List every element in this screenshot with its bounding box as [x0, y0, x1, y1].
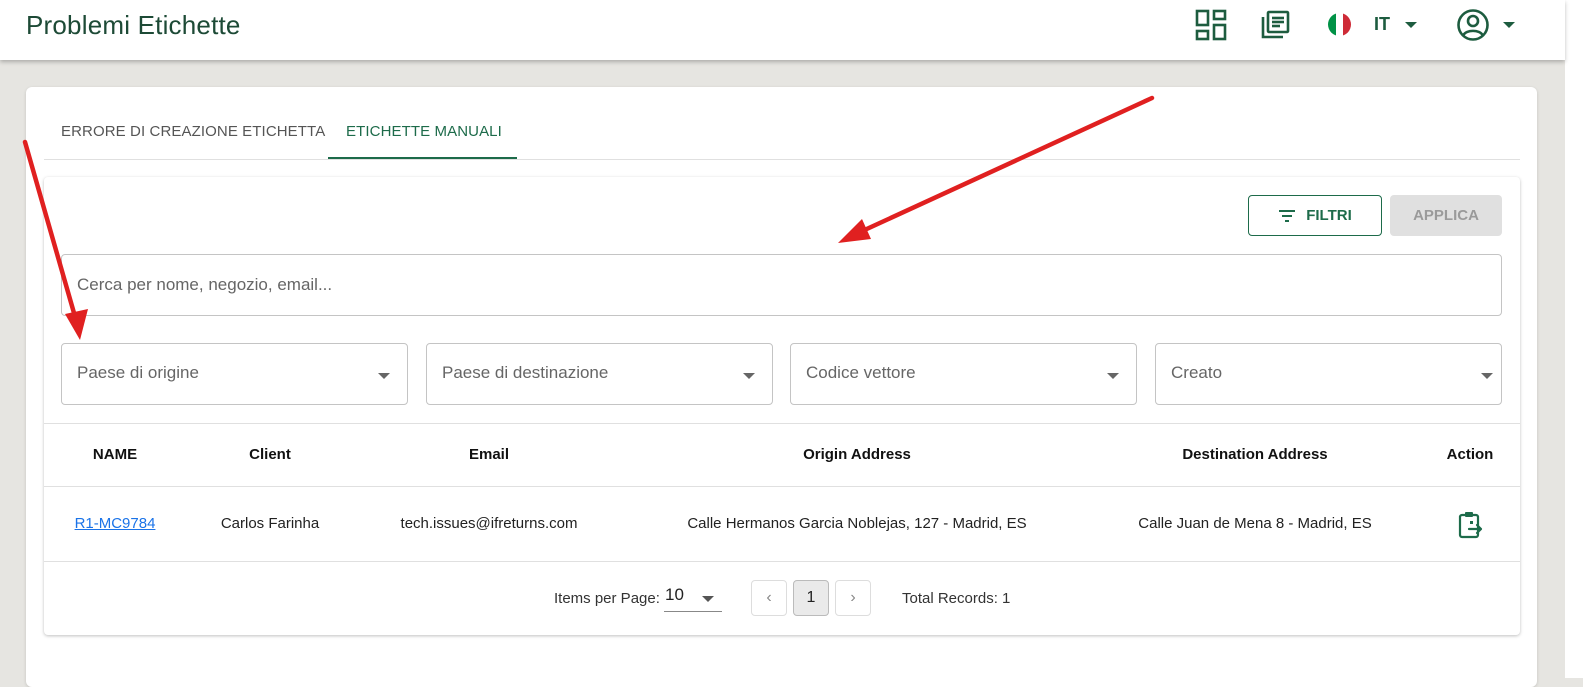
- page-button-current[interactable]: 1: [793, 580, 829, 616]
- chevron-right-icon: ›: [850, 589, 856, 606]
- items-per-page-select[interactable]: 10: [664, 582, 722, 612]
- row-origin-address-cell: Calle Hermanos Garcia Noblejas, 127 - Ma…: [687, 515, 1027, 532]
- italy-flag-icon[interactable]: [1328, 13, 1351, 36]
- items-per-page-label: Items per Page:: [554, 590, 660, 607]
- created-select[interactable]: Creato: [1155, 343, 1502, 405]
- tab-errore-creazione-etichetta[interactable]: ERRORE DI CREAZIONE ETICHETTA: [61, 123, 325, 140]
- page-title: Problemi Etichette: [26, 10, 241, 40]
- search-input[interactable]: [61, 254, 1502, 316]
- top-app-bar: Problemi Etichette IT: [0, 0, 1565, 60]
- chevron-down-icon: [1481, 373, 1493, 379]
- tab-etichette-manuali[interactable]: ETICHETTE MANUALI: [346, 123, 502, 140]
- active-tab-indicator: [328, 157, 517, 159]
- record-name-link[interactable]: R1-MC9784: [75, 515, 156, 532]
- column-header-action: Action: [1446, 446, 1494, 463]
- chevron-down-icon: [1107, 373, 1119, 379]
- chevron-left-icon: ‹: [766, 589, 772, 606]
- filtri-button[interactable]: FILTRI: [1248, 195, 1382, 236]
- filters-and-table-panel: FILTRI APPLICA Paese di origine Paese di…: [44, 177, 1520, 635]
- account-circle-icon[interactable]: [1456, 8, 1490, 42]
- select-placeholder: Paese di origine: [77, 363, 199, 382]
- column-header-origin-address[interactable]: Origin Address: [803, 446, 911, 463]
- carrier-code-select[interactable]: Codice vettore: [790, 343, 1137, 405]
- items-per-page-value: 10: [665, 585, 684, 604]
- table-row: R1-MC9784 Carlos Farinha tech.issues@ifr…: [44, 487, 1520, 562]
- select-placeholder: Creato: [1171, 363, 1223, 382]
- chevron-down-icon: [378, 373, 390, 379]
- column-header-email[interactable]: Email: [469, 446, 509, 463]
- column-header-destination-address[interactable]: Destination Address: [1182, 446, 1327, 463]
- content-card: ERRORE DI CREAZIONE ETICHETTA ETICHETTE …: [26, 87, 1537, 687]
- filtri-label: FILTRI: [1306, 207, 1352, 224]
- next-page-button[interactable]: ›: [835, 580, 871, 616]
- row-client-cell: Carlos Farinha: [220, 515, 320, 532]
- prev-page-button[interactable]: ‹: [751, 580, 787, 616]
- chevron-down-icon: [743, 373, 755, 379]
- table-header-row: NAME Client Email Origin Address Destina…: [44, 423, 1520, 487]
- page-edge: [1565, 0, 1583, 678]
- applica-button[interactable]: APPLICA: [1390, 195, 1502, 236]
- select-placeholder: Paese di destinazione: [442, 363, 609, 382]
- clipboard-transfer-icon[interactable]: [1458, 511, 1484, 539]
- row-email-cell: tech.issues@ifreturns.com: [400, 515, 578, 532]
- language-selector[interactable]: IT: [1374, 14, 1390, 35]
- column-header-name[interactable]: NAME: [93, 446, 137, 463]
- chevron-down-icon[interactable]: [1405, 22, 1417, 28]
- row-name-cell: R1-MC9784: [75, 515, 156, 532]
- tab-bar: ERRORE DI CREAZIONE ETICHETTA ETICHETTE …: [44, 87, 1520, 160]
- column-header-client[interactable]: Client: [249, 446, 291, 463]
- dashboard-icon[interactable]: [1194, 8, 1228, 42]
- filter-icon: [1279, 209, 1296, 222]
- destination-country-select[interactable]: Paese di destinazione: [426, 343, 773, 405]
- pagination-bar: Items per Page: 10 ‹ 1 › Total Records: …: [44, 562, 1520, 635]
- select-placeholder: Codice vettore: [806, 363, 916, 382]
- row-destination-address-cell: Calle Juan de Mena 8 - Madrid, ES: [1138, 515, 1372, 532]
- origin-country-select[interactable]: Paese di origine: [61, 343, 408, 405]
- chevron-down-icon[interactable]: [1503, 22, 1515, 28]
- chevron-down-icon: [702, 596, 714, 602]
- total-records: Total Records: 1: [902, 590, 1011, 607]
- news-list-icon[interactable]: [1258, 8, 1292, 42]
